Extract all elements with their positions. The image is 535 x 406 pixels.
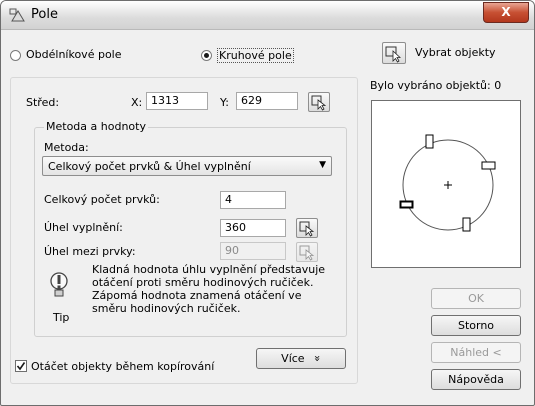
center-y-input[interactable]: 629 bbox=[236, 92, 298, 110]
angle-between-label: Úhel mezi prvky: bbox=[44, 245, 136, 258]
pick-center-button[interactable] bbox=[308, 92, 330, 112]
cancel-button[interactable]: Storno bbox=[431, 315, 521, 336]
method-select-value: Celkový počet prvků & Úhel vyplnění bbox=[48, 160, 251, 173]
center-x-input[interactable]: 1313 bbox=[146, 92, 208, 110]
ok-button[interactable]: OK bbox=[431, 288, 521, 309]
method-label: Metoda: bbox=[44, 141, 89, 154]
polar-array-label[interactable]: Kruhové pole bbox=[217, 48, 294, 63]
polar-array-radio[interactable] bbox=[201, 50, 212, 61]
preview-button[interactable]: Náhled < bbox=[431, 342, 521, 363]
total-items-input[interactable]: 4 bbox=[220, 191, 286, 209]
help-button[interactable]: Nápověda bbox=[431, 369, 521, 390]
center-y-label: Y: bbox=[220, 96, 229, 109]
rectangular-array-label[interactable]: Obdélníkové pole bbox=[26, 48, 122, 61]
method-values-legend: Metoda a hodnoty bbox=[44, 120, 148, 133]
lightbulb-icon bbox=[50, 272, 68, 297]
select-objects-label[interactable]: Vybrat objekty bbox=[415, 46, 496, 59]
rectangular-array-radio[interactable] bbox=[10, 50, 21, 61]
selected-count-text: Bylo vybráno objektů: 0 bbox=[370, 79, 502, 92]
pick-fill-angle-button[interactable] bbox=[296, 218, 318, 238]
select-objects-button[interactable] bbox=[382, 42, 406, 64]
close-button[interactable]: X bbox=[483, 2, 529, 23]
polar-array-dialog: Pole X Obdélníkové pole Kruhové pole Vyb… bbox=[0, 0, 535, 406]
total-items-label: Celkový počet prvků: bbox=[44, 193, 160, 206]
pick-angle-between-button[interactable] bbox=[296, 242, 318, 262]
preview-drawing bbox=[399, 134, 496, 232]
select-objects-icon bbox=[385, 46, 402, 63]
pick-point-icon bbox=[299, 221, 315, 237]
pick-point-icon bbox=[299, 245, 315, 261]
center-x-label: X: bbox=[131, 96, 143, 109]
more-button-label: Více bbox=[281, 352, 305, 365]
window-title: Pole bbox=[31, 7, 58, 22]
center-label: Střed: bbox=[26, 96, 60, 109]
fill-angle-input[interactable]: 360 bbox=[220, 219, 286, 237]
angle-between-input[interactable]: 90 bbox=[220, 242, 286, 260]
fill-angle-label: Úhel vyplnění: bbox=[44, 221, 123, 234]
rotate-items-label[interactable]: Otáčet objekty během kopírování bbox=[31, 360, 214, 373]
chevron-down-icon: ▼ bbox=[319, 160, 326, 170]
title-bar[interactable]: Pole X bbox=[1, 1, 534, 30]
tip-text: Kladná hodnota úhlu vyplnění představuje… bbox=[92, 263, 326, 315]
check-icon bbox=[16, 362, 26, 371]
close-icon: X bbox=[501, 5, 511, 19]
double-chevron-down-icon: » bbox=[310, 355, 324, 362]
tip-caption: Tip bbox=[53, 311, 70, 324]
pick-point-icon bbox=[311, 95, 327, 111]
rotate-items-checkbox[interactable] bbox=[15, 360, 27, 372]
array-app-icon bbox=[9, 8, 25, 22]
array-preview bbox=[371, 100, 521, 268]
more-button[interactable]: Více » bbox=[256, 348, 346, 369]
method-select[interactable]: Celkový počet prvků & Úhel vyplnění ▼ bbox=[42, 156, 332, 176]
